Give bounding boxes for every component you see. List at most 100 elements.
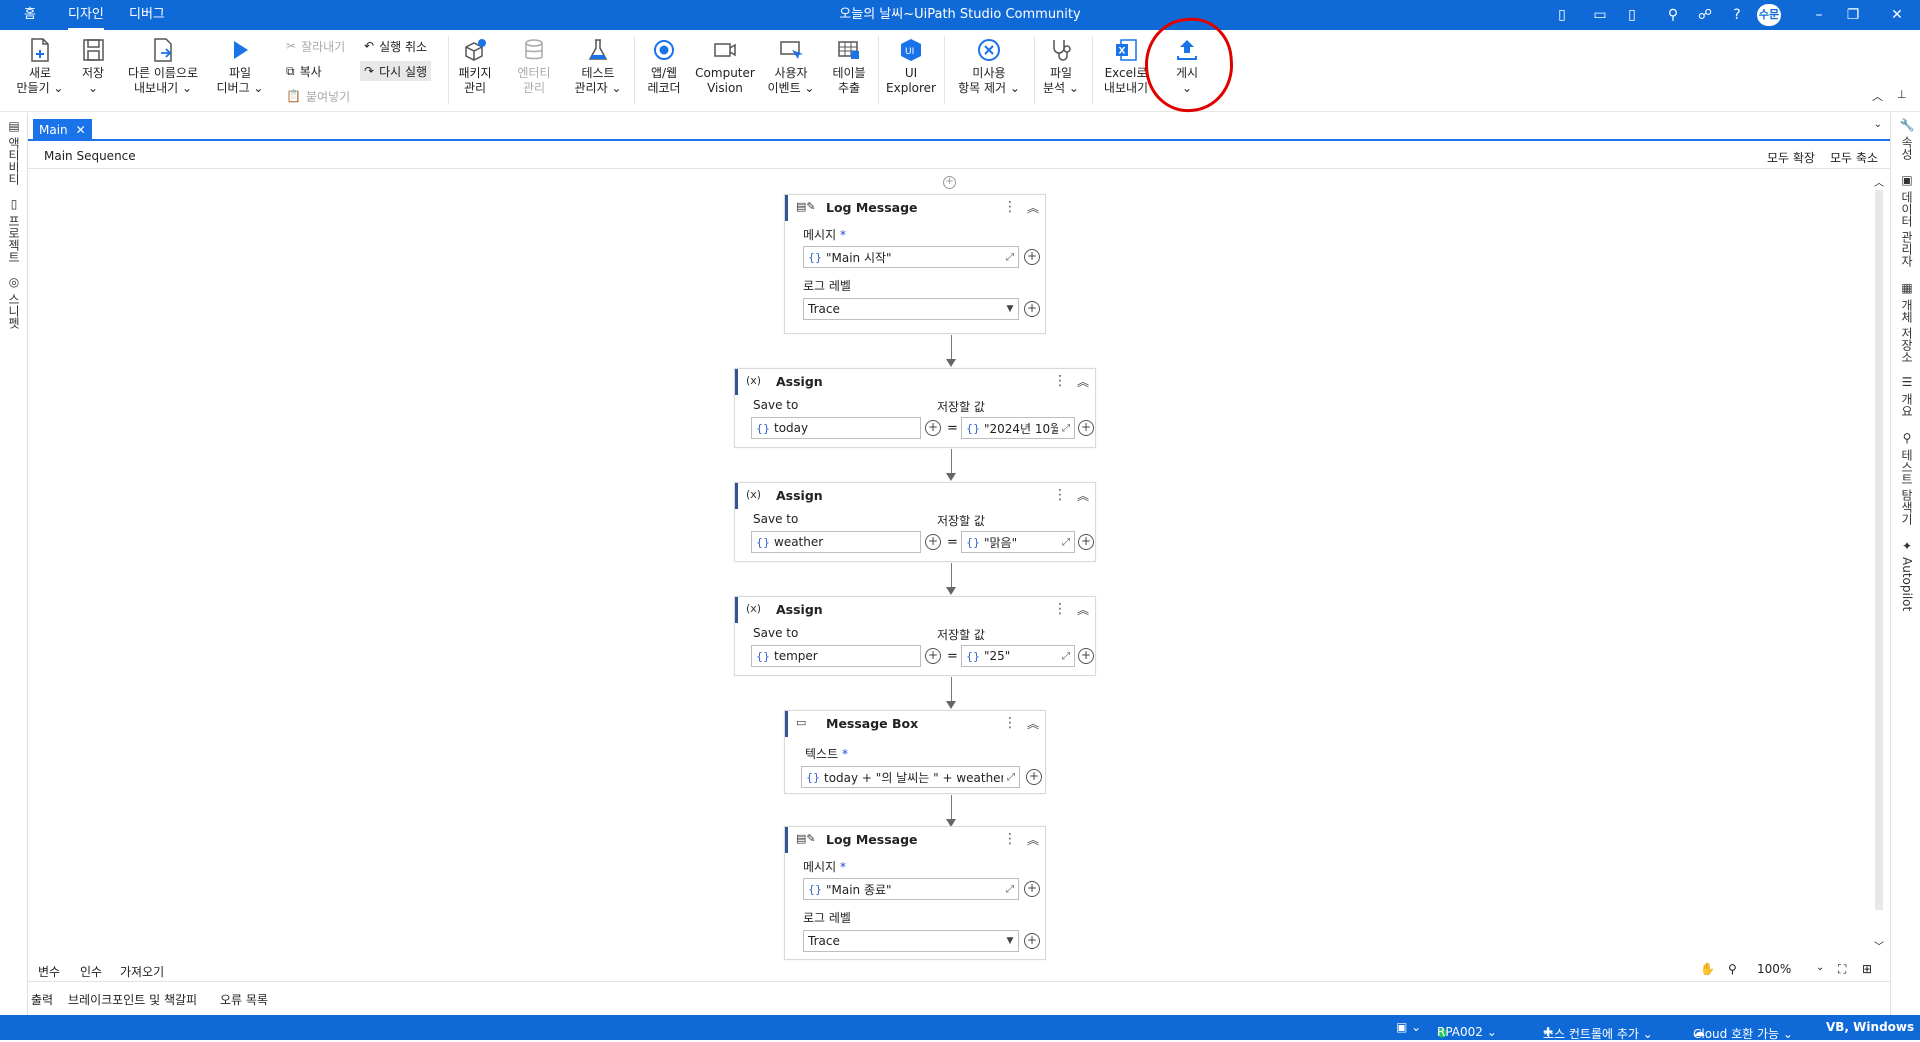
hand-tool-icon[interactable]: ✋	[1700, 962, 1715, 976]
add-field-icon[interactable]: +	[925, 420, 941, 436]
collapse-icon[interactable]: ︽	[1027, 831, 1039, 848]
expand-editor-icon[interactable]: ⤢	[1058, 423, 1074, 434]
fit-screen-icon[interactable]: ⛶	[1838, 962, 1846, 977]
designer-canvas[interactable]: + ▤✎ Log Message ⋮ ︽ 메시지 * {} "Main 시작" ⤢ …	[28, 170, 1878, 960]
design-menu[interactable]: 디자인	[68, 0, 104, 30]
tab-arguments[interactable]: 인수	[80, 963, 102, 980]
avatar[interactable]: 수문	[1757, 4, 1781, 26]
remove-unused-button[interactable]: 미사용 항목 제거 ⌄	[950, 34, 1028, 108]
assign-activity[interactable]: (x) Assign ⋮ ︽ Save to 저장할 값 {} today + =…	[734, 368, 1096, 448]
log-level-select[interactable]: Trace ▼	[803, 930, 1019, 952]
add-field-icon[interactable]: +	[1078, 534, 1094, 550]
collapse-icon[interactable]: ︽	[1027, 199, 1039, 216]
tab-object-repository[interactable]: ▦ 개체 저장소	[1897, 281, 1917, 363]
add-field-icon[interactable]: +	[1024, 301, 1040, 317]
save-to-field[interactable]: {} temper	[751, 645, 921, 667]
tab-properties[interactable]: 🔧 속성	[1897, 117, 1917, 160]
entity-button[interactable]: 엔터티 관리	[508, 34, 560, 108]
add-field-icon[interactable]: +	[1078, 420, 1094, 436]
breadcrumb[interactable]: Main Sequence	[44, 149, 136, 163]
value-field[interactable]: {} "25" ⤢	[961, 645, 1075, 667]
collapse-icon[interactable]: ︽	[1077, 601, 1089, 618]
add-activity-icon[interactable]: +	[943, 176, 956, 189]
more-options-icon[interactable]: ⋮	[1053, 373, 1067, 389]
add-field-icon[interactable]: +	[925, 534, 941, 550]
computer-vision-button[interactable]: Computer Vision	[694, 34, 756, 108]
tab-imports[interactable]: 가져오기	[120, 963, 164, 980]
pin-icon[interactable]: ⊥	[1897, 88, 1907, 101]
zoom-chevron-icon[interactable]: ⌄	[1816, 962, 1824, 973]
collapse-all-button[interactable]: 모두 축소	[1830, 149, 1878, 166]
expand-editor-icon[interactable]: ⤢	[1003, 772, 1019, 783]
log-level-select[interactable]: Trace ▼	[803, 298, 1019, 320]
expand-editor-icon[interactable]: ⤢	[1002, 884, 1018, 895]
add-field-icon[interactable]: +	[925, 648, 941, 664]
app-web-recorder-button[interactable]: 앱/웹 레코더	[640, 34, 688, 108]
scrollbar-thumb[interactable]	[1875, 190, 1883, 910]
export-excel-button[interactable]: X Excel로 내보내기	[1096, 34, 1156, 108]
collapse-icon[interactable]: ︽	[1077, 373, 1089, 390]
add-field-icon[interactable]: +	[1024, 881, 1040, 897]
value-field[interactable]: {} "맑음" ⤢	[961, 531, 1075, 553]
text-field[interactable]: {}today + "의 날씨는 " + weather + "이고 기⤢	[801, 766, 1020, 788]
scroll-up-icon[interactable]: ︿	[1874, 174, 1884, 189]
feedback-icon[interactable]: ☍	[1695, 5, 1715, 25]
zoom-icon[interactable]: ⚲	[1728, 962, 1737, 976]
log-message-activity[interactable]: ▤✎ Log Message ⋮ ︽ 메시지 * {} "Main 시작" ⤢ + …	[784, 194, 1046, 334]
save-to-field[interactable]: {} weather	[751, 531, 921, 553]
value-field[interactable]: {}"2024년 10월 25일"⤢	[961, 417, 1075, 439]
copy-button[interactable]: ⧉ 복사	[282, 61, 326, 81]
collapse-icon[interactable]: ︽	[1077, 487, 1089, 504]
table-extraction-button[interactable]: 테이블 추출	[826, 34, 872, 108]
file-analysis-button[interactable]: 파일 분석 ⌄	[1036, 34, 1086, 108]
panel-bottom-icon[interactable]: ▭	[1590, 5, 1610, 25]
tab-variables[interactable]: 변수	[38, 963, 60, 980]
user-events-button[interactable]: 사용자 이벤트 ⌄	[762, 34, 820, 108]
panel-left-icon[interactable]: ▯	[1552, 5, 1572, 25]
minimize-icon[interactable]: –	[1809, 5, 1829, 25]
vertical-scrollbar[interactable]: ︿ ﹀	[1873, 178, 1885, 953]
home-menu[interactable]: 홈	[24, 0, 36, 30]
panel-right-icon[interactable]: ▯	[1622, 5, 1642, 25]
debug-file-button[interactable]: 파일 디버그 ⌄	[214, 34, 266, 108]
tab-main[interactable]: Main ✕	[33, 119, 92, 141]
maximize-icon[interactable]: ❐	[1843, 5, 1863, 25]
add-field-icon[interactable]: +	[1026, 769, 1042, 785]
ui-explorer-button[interactable]: UI UI Explorer	[884, 34, 938, 108]
collapse-icon[interactable]: ︽	[1027, 715, 1039, 732]
message-field[interactable]: {} "Main 종료" ⤢	[803, 878, 1019, 900]
help-icon[interactable]: ?	[1727, 5, 1747, 25]
new-button[interactable]: 새로 만들기 ⌄	[12, 34, 68, 108]
message-box-activity[interactable]: ▭ Message Box ⋮ ︽ 텍스트 * {} today + "의 날씨는…	[784, 710, 1046, 794]
save-to-field[interactable]: {} today	[751, 417, 921, 439]
log-message-activity[interactable]: ▤✎ Log Message ⋮ ︽ 메시지 * {} "Main 종료" ⤢ + …	[784, 826, 1046, 960]
paste-button[interactable]: 📋 붙여넣기	[282, 86, 354, 106]
search-icon[interactable]: ⚲	[1663, 5, 1683, 25]
cut-button[interactable]: ✂ 잘라내기	[282, 36, 349, 56]
tab-error-list[interactable]: 오류 목록	[220, 991, 268, 1008]
expand-editor-icon[interactable]: ⤢	[1002, 252, 1018, 263]
tab-activities[interactable]: ▤ 액티비티	[4, 119, 24, 185]
publish-button[interactable]: 게시 ⌄	[1164, 34, 1210, 108]
add-field-icon[interactable]: +	[1024, 249, 1040, 265]
overview-icon[interactable]: ⊞	[1862, 962, 1872, 976]
tab-breakpoints[interactable]: 브레이크포인트 및 책갈피	[68, 991, 197, 1008]
more-options-icon[interactable]: ⋮	[1003, 831, 1017, 847]
collapse-ribbon-icon[interactable]: ︿	[1872, 88, 1883, 104]
more-options-icon[interactable]: ⋮	[1053, 487, 1067, 503]
debug-status-icon[interactable]: ▣ ⌄	[1396, 1020, 1421, 1034]
assign-activity[interactable]: (x) Assign ⋮ ︽ Save to 저장할 값 {} weather +…	[734, 482, 1096, 562]
tab-list-chevron-icon[interactable]: ⌄	[1874, 119, 1882, 130]
undo-button[interactable]: ↶ 실행 취소	[360, 36, 431, 56]
add-field-icon[interactable]: +	[1024, 933, 1040, 949]
tab-test-explorer[interactable]: ⚲ 테스트 탐색기	[1897, 431, 1917, 525]
close-tab-icon[interactable]: ✕	[76, 123, 86, 137]
add-field-icon[interactable]: +	[1078, 648, 1094, 664]
expand-editor-icon[interactable]: ⤢	[1058, 537, 1074, 548]
language-indicator[interactable]: VB, Windows	[1826, 1020, 1914, 1034]
more-options-icon[interactable]: ⋮	[1003, 715, 1017, 731]
more-options-icon[interactable]: ⋮	[1003, 199, 1017, 215]
close-icon[interactable]: ✕	[1887, 5, 1907, 25]
save-button[interactable]: 저장 ⌄	[72, 34, 114, 108]
redo-button[interactable]: ↷ 다시 실행	[360, 61, 432, 81]
